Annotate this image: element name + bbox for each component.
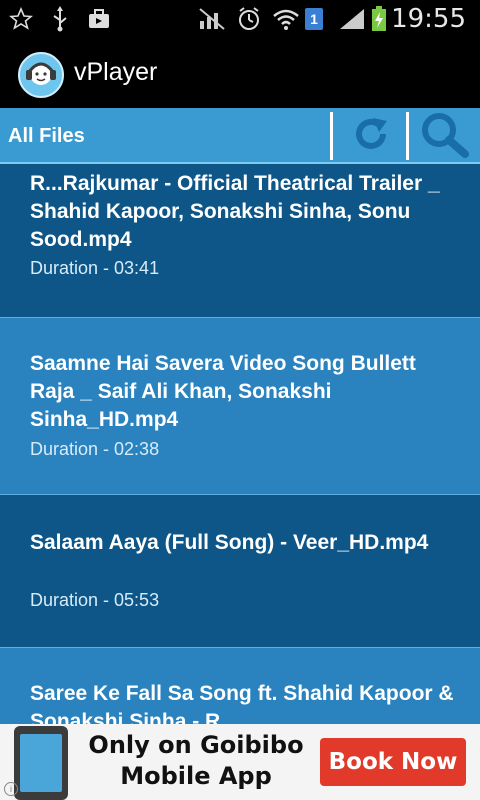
star-icon (8, 6, 34, 32)
file-duration: Duration - 02:38 (30, 439, 160, 459)
file-duration: Duration - 05:53 (30, 590, 160, 610)
usb-icon (48, 6, 72, 32)
wifi-icon (272, 6, 300, 32)
list-item[interactable]: Salaam Aaya (Full Song) - Veer_HD.mp4 Du… (0, 495, 480, 648)
list-item[interactable]: Saree Ke Fall Sa Song ft. Shahid Kapoor … (0, 648, 480, 724)
search-icon (419, 110, 471, 163)
sim-number: 1 (305, 8, 323, 30)
list-item[interactable]: R...Rajkumar - Official Theatrical Trail… (0, 164, 480, 318)
file-duration: Duration - 03:41 (30, 258, 160, 278)
alarm-icon (236, 6, 262, 32)
file-list[interactable]: R...Rajkumar - Official Theatrical Trail… (0, 164, 480, 724)
file-name: Saree Ke Fall Sa Song ft. Shahid Kapoor … (30, 682, 454, 724)
app-title: vPlayer (74, 58, 158, 86)
clock: 19:55 (391, 4, 466, 34)
status-bar: 1 19:55 (0, 0, 480, 38)
ad-line-2: Mobile App (120, 762, 272, 790)
section-title: All Files (8, 125, 85, 147)
phone-screen (20, 734, 62, 792)
ad-banner[interactable]: Only on Goibibo Mobile App Book Now i (0, 724, 480, 800)
refresh-button[interactable] (336, 108, 406, 164)
app-logo-icon[interactable] (18, 52, 64, 98)
toolbar: All Files (0, 108, 480, 164)
refresh-icon (349, 112, 393, 161)
briefcase-icon (86, 6, 112, 32)
file-name: Salaam Aaya (Full Song) - Veer_HD.mp4 (30, 531, 429, 554)
toolbar-divider (406, 112, 409, 160)
book-now-button[interactable]: Book Now (320, 738, 466, 786)
ad-headline: Only on Goibibo Mobile App (78, 730, 314, 792)
ad-line-1: Only on Goibibo (88, 731, 304, 759)
file-name: R...Rajkumar - Official Theatrical Trail… (30, 172, 440, 251)
no-signal-icon (198, 6, 226, 32)
toolbar-divider (330, 112, 333, 160)
battery-charging-icon (370, 6, 388, 32)
list-item[interactable]: Saamne Hai Savera Video Song Bullett Raj… (0, 318, 480, 495)
app-bar: vPlayer (0, 38, 480, 108)
search-button[interactable] (410, 108, 480, 164)
ad-info-icon[interactable]: i (4, 782, 18, 796)
signal-icon (338, 6, 366, 32)
sim-badge-icon: 1 (304, 6, 324, 32)
file-name: Saamne Hai Savera Video Song Bullett Raj… (30, 352, 416, 431)
phone-image-icon (14, 726, 68, 800)
